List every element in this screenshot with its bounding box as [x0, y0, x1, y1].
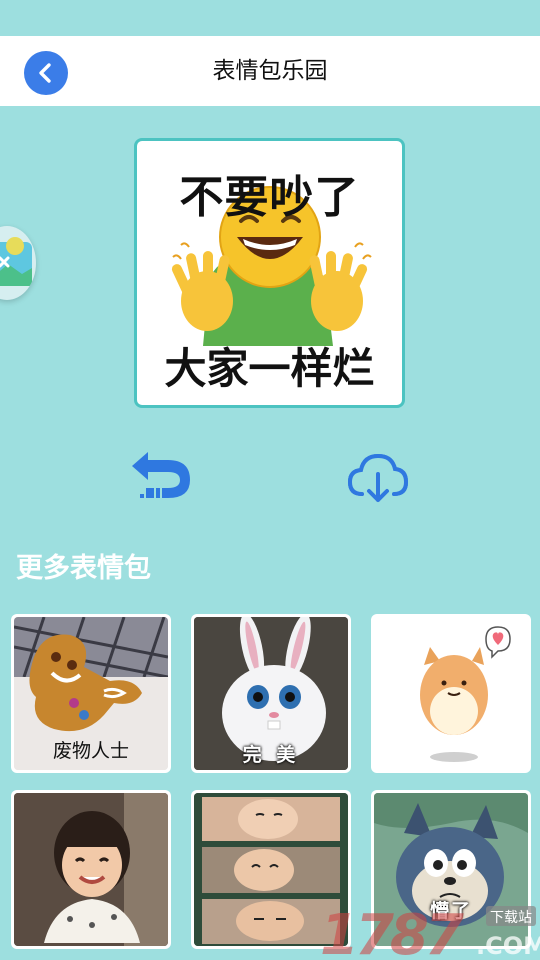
sticker-card-2[interactable]: 完 美 — [191, 614, 351, 773]
sticker-card-1[interactable]: 废物人士 — [11, 614, 171, 773]
sticker-thumbnail — [14, 793, 168, 946]
sticker-card-3[interactable] — [371, 614, 531, 773]
status-bar — [0, 0, 540, 36]
cloud-download-icon — [347, 453, 409, 502]
back-button[interactable] — [24, 51, 68, 95]
sticker-caption: 废物人士 — [52, 740, 129, 762]
preview-top-text: 不要吵了 — [179, 172, 360, 223]
image-icon — [0, 237, 32, 286]
watermark-suffix: 下载站 — [490, 910, 532, 926]
site-watermark: 1787 下载站 .COM — [318, 898, 540, 960]
undo-button[interactable] — [128, 450, 194, 504]
chevron-left-icon — [39, 63, 51, 83]
page-title: 表情包乐园 — [212, 58, 328, 84]
undo-icon — [132, 452, 190, 498]
watermark-domain: .COM — [476, 932, 540, 960]
sticker-caption: 完 美 — [242, 744, 300, 766]
floating-gallery-button[interactable] — [0, 226, 36, 300]
watermark-number: 1787 — [320, 903, 464, 960]
preview-bottom-text: 大家一样烂 — [164, 344, 375, 393]
more-stickers-heading: 更多表情包 — [16, 553, 151, 584]
sticker-thumbnail — [374, 617, 528, 770]
header-bar: 表情包乐园 — [0, 36, 540, 106]
sticker-preview: 不要吵了 大家一样烂 — [134, 138, 405, 408]
download-button[interactable] — [346, 450, 409, 504]
sticker-card-4[interactable] — [11, 790, 171, 949]
